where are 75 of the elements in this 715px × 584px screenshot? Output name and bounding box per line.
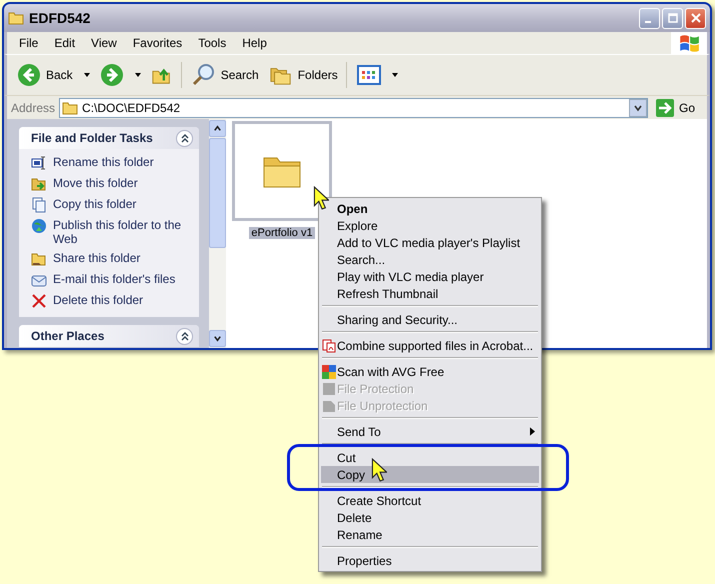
menu-bar-item[interactable]: File <box>11 36 46 50</box>
close-button[interactable] <box>685 8 706 28</box>
task-link[interactable]: Rename this folder <box>53 155 154 169</box>
context-menu-item[interactable]: Search... <box>321 251 539 268</box>
context-menu-item[interactable]: Rename <box>321 526 539 543</box>
context-menu-item[interactable]: Create Shortcut <box>321 492 539 509</box>
square-icon <box>322 382 336 396</box>
context-menu-item[interactable]: Add to VLC media player's Playlist <box>321 234 539 251</box>
scroll-up-icon <box>213 124 222 133</box>
pdf-documents-icon <box>322 338 336 352</box>
search-button[interactable]: Search <box>188 61 263 89</box>
menu-bar-item[interactable]: View <box>83 36 125 50</box>
menu-bar-item[interactable]: Favorites <box>124 36 190 50</box>
context-menu-item[interactable]: Explore <box>321 217 539 234</box>
context-menu-item[interactable]: Delete <box>321 509 539 526</box>
delete-icon <box>31 293 47 309</box>
submenu-arrow-icon <box>530 427 534 436</box>
collapse-button[interactable] <box>176 130 193 146</box>
context-menu-item[interactable]: Refresh Thumbnail <box>321 285 539 302</box>
go-button[interactable]: Go <box>652 98 703 116</box>
move-icon <box>31 176 47 192</box>
back-button[interactable]: Back <box>13 61 94 89</box>
window-title: EDFD542 <box>29 10 92 26</box>
folder-icon <box>8 11 24 25</box>
maximize-button[interactable] <box>662 8 683 28</box>
caret-icon <box>84 73 90 77</box>
search-icon <box>192 63 216 87</box>
chevron-down-icon <box>632 102 643 112</box>
other-places-title: Other Places <box>31 329 104 343</box>
views-icon <box>356 65 381 85</box>
double-chevron-icon <box>180 133 190 143</box>
context-menu-item[interactable]: Properties <box>321 552 539 569</box>
task-link[interactable]: Move this folder <box>53 176 138 190</box>
caret-icon <box>392 73 398 77</box>
context-menu-item[interactable]: Copy <box>321 466 539 483</box>
task-link[interactable]: E-mail this folder's files <box>53 272 176 286</box>
minimize-icon <box>644 21 650 23</box>
task-link[interactable]: Delete this folder <box>53 293 144 307</box>
folder-thumbnail[interactable] <box>232 121 332 221</box>
double-chevron-icon <box>180 331 190 341</box>
context-menu-item[interactable]: Sharing and Security... <box>321 311 539 328</box>
context-menu-item[interactable]: Send To <box>321 423 539 440</box>
task-link[interactable]: Share this folder <box>53 251 140 265</box>
address-label: Address <box>11 100 56 114</box>
mouse-pointer-icon <box>313 186 329 210</box>
task-link[interactable]: Copy this folder <box>53 197 136 211</box>
menu-bar-item[interactable]: Edit <box>46 36 84 50</box>
context-menu-item[interactable]: Cut <box>321 449 539 466</box>
context-menu-item[interactable]: Combine supported files in Acrobat... <box>321 337 539 354</box>
collapse-button[interactable] <box>176 328 193 344</box>
maximize-icon <box>668 13 678 23</box>
minimize-button[interactable] <box>639 8 660 28</box>
menu-bar-item[interactable]: Tools <box>190 36 234 50</box>
folder-name[interactable]: ePortfolio v1 <box>249 227 315 239</box>
address-field[interactable]: C:\DOC\EDFD542 <box>59 98 648 118</box>
globe-icon <box>31 218 47 234</box>
four-squares-icon <box>322 364 336 378</box>
folders-button[interactable]: Folders <box>264 62 347 88</box>
caret-icon <box>134 73 141 77</box>
copy-icon <box>31 197 47 213</box>
share-icon <box>31 251 47 267</box>
page-icon <box>322 398 336 412</box>
close-icon <box>690 13 700 23</box>
task-link[interactable]: Publish this folder to the Web <box>53 218 191 246</box>
scrollbar[interactable] <box>209 119 226 348</box>
rename-icon <box>31 155 47 171</box>
context-menu-item[interactable]: Scan with AVG Free <box>321 363 539 380</box>
go-arrow-icon <box>656 98 674 116</box>
menu-bar-item[interactable]: Help <box>234 36 275 50</box>
folder-icon <box>62 100 78 114</box>
context-menu-item[interactable]: Play with VLC media player <box>321 268 539 285</box>
scroll-down-icon <box>213 334 222 343</box>
task-panel-title: File and Folder Tasks <box>31 131 153 145</box>
mouse-pointer-icon <box>371 458 387 482</box>
address-dropdown-button[interactable] <box>628 98 647 116</box>
